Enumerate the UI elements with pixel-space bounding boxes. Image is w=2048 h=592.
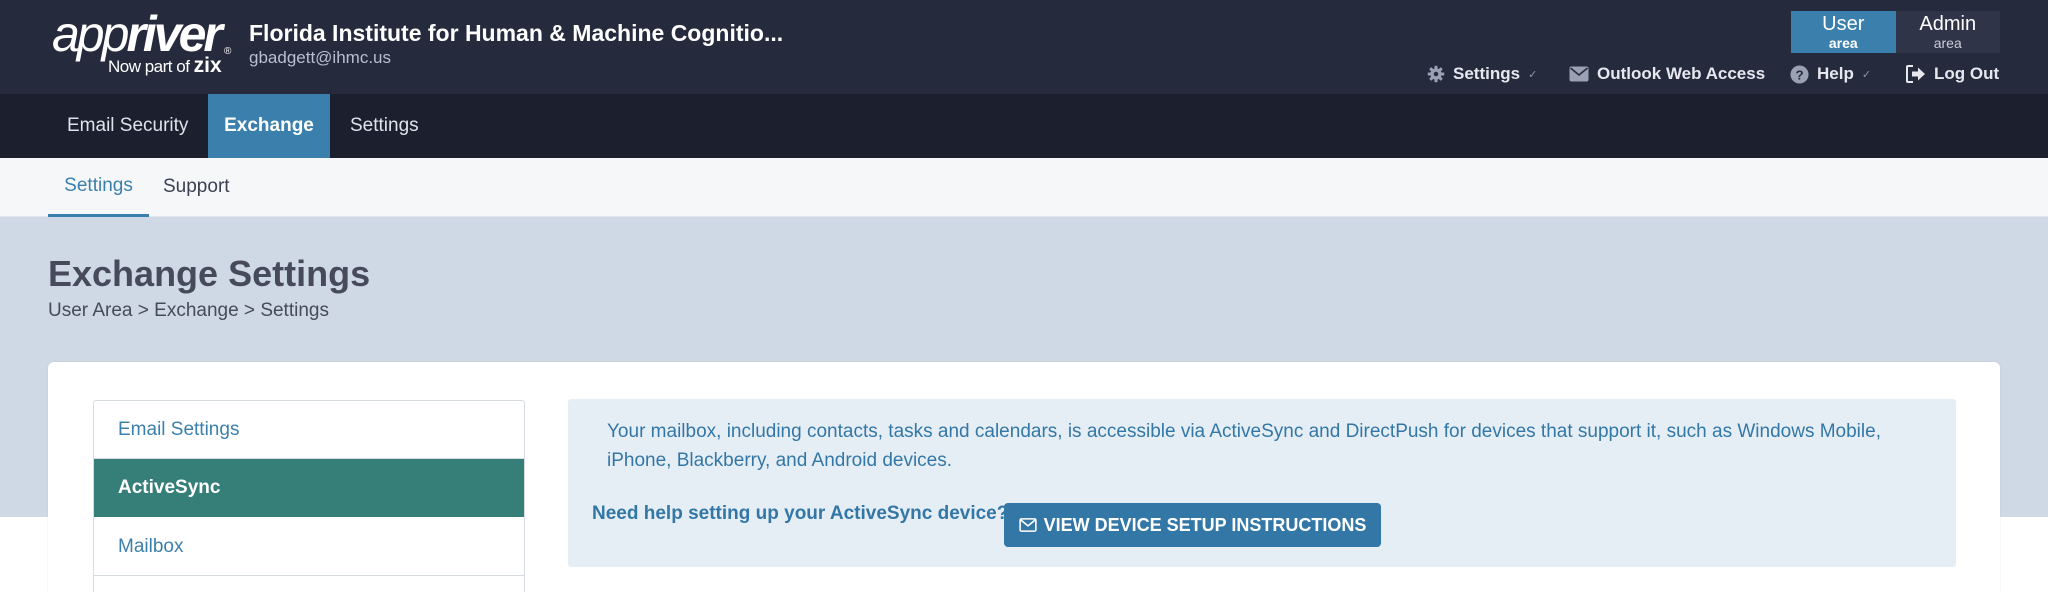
appriver-logo[interactable]: appriver ® Now part of zix bbox=[52, 6, 232, 78]
top-header: appriver ® Now part of zix Florida Insti… bbox=[0, 0, 2048, 94]
log-out-label: Log Out bbox=[1934, 64, 2000, 83]
breadcrumb-separator: > bbox=[238, 300, 261, 321]
envelope-icon bbox=[1569, 66, 1589, 82]
question-circle-icon: ? bbox=[1790, 64, 1809, 84]
sub-nav: Settings Support bbox=[0, 158, 2048, 217]
breadcrumb-item-settings: Settings bbox=[260, 300, 329, 321]
envelope-icon bbox=[1018, 518, 1037, 532]
settings-menu[interactable]: Settings ✓ bbox=[1427, 62, 1537, 86]
page-title: Exchange Settings bbox=[48, 253, 371, 294]
svg-text:?: ? bbox=[1795, 67, 1803, 82]
logo-tagline: Now part of zix bbox=[108, 54, 222, 77]
setup-button-label: VIEW DEVICE SETUP INSTRUCTIONS bbox=[1043, 514, 1367, 535]
subnav-tab-support[interactable]: Support bbox=[149, 158, 244, 217]
help-menu[interactable]: ? Help ✓ bbox=[1790, 62, 1871, 86]
chevron-down-icon: ✓ bbox=[1861, 68, 1872, 81]
area-switch: User area Admin area bbox=[1791, 11, 2000, 53]
chevron-down-icon: ✓ bbox=[1528, 68, 1538, 81]
activesync-info-panel: Your mailbox, including contacts, tasks … bbox=[568, 399, 1956, 567]
setup-help-question: Need help setting up your ActiveSync dev… bbox=[592, 503, 1009, 524]
nav-tab-settings[interactable]: Settings bbox=[330, 94, 439, 158]
side-menu-item-activesync[interactable]: ActiveSync bbox=[94, 459, 524, 517]
subnav-tab-settings[interactable]: Settings bbox=[48, 158, 149, 217]
activesync-description: Your mailbox, including contacts, tasks … bbox=[607, 421, 1881, 471]
side-menu-item-mailbox[interactable]: Mailbox bbox=[94, 518, 524, 576]
settings-side-menu: Email Settings ActiveSync Mailbox bbox=[93, 400, 525, 592]
sign-out-icon bbox=[1906, 65, 1925, 83]
main-nav: Email Security Exchange Settings bbox=[0, 94, 2048, 158]
outlook-web-access-link[interactable]: Outlook Web Access bbox=[1569, 62, 1765, 86]
user-email: gbadgett@ihmc.us bbox=[249, 48, 392, 67]
breadcrumb-item-user-area: User Area bbox=[48, 300, 133, 321]
log-out-link[interactable]: Log Out bbox=[1906, 62, 1999, 86]
breadcrumb-separator: > bbox=[132, 300, 155, 321]
admin-area-button[interactable]: Admin area bbox=[1895, 11, 2000, 53]
nav-tab-exchange[interactable]: Exchange bbox=[208, 94, 330, 158]
gear-icon bbox=[1427, 65, 1445, 83]
breadcrumb-item-exchange: Exchange bbox=[154, 300, 239, 321]
user-area-button[interactable]: User area bbox=[1791, 11, 1896, 53]
settings-menu-label: Settings bbox=[1453, 64, 1521, 83]
organization-name: Florida Institute for Human & Machine Co… bbox=[249, 20, 784, 46]
outlook-web-access-label: Outlook Web Access bbox=[1597, 64, 1766, 83]
side-menu-item-email-settings[interactable]: Email Settings bbox=[94, 401, 524, 459]
help-menu-label: Help bbox=[1817, 64, 1854, 83]
view-device-setup-instructions-button[interactable]: VIEW DEVICE SETUP INSTRUCTIONS bbox=[1004, 503, 1381, 547]
nav-tab-email-security[interactable]: Email Security bbox=[47, 94, 208, 158]
logo-registered-mark: ® bbox=[224, 46, 232, 57]
breadcrumb: User Area > Exchange > Settings bbox=[48, 300, 329, 322]
